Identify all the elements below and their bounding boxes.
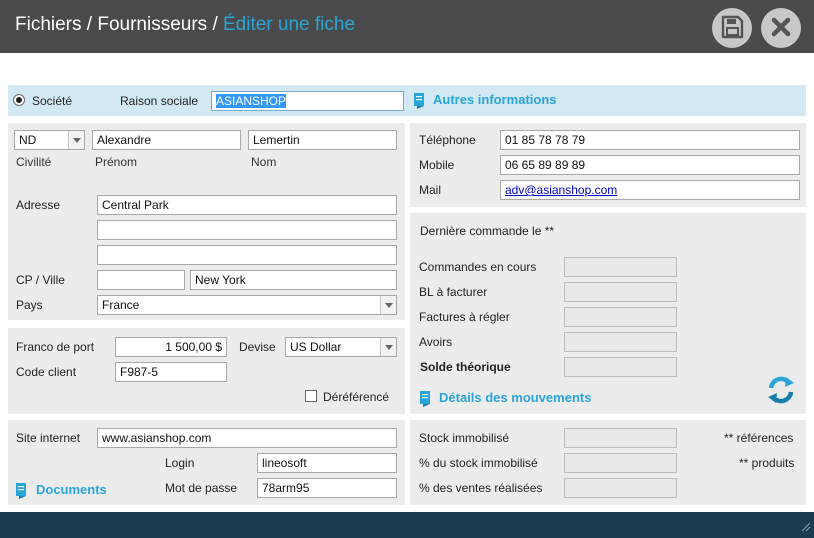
chevron-down-icon bbox=[68, 131, 84, 149]
code-postal-input[interactable] bbox=[97, 270, 185, 290]
pct-ventes-value bbox=[564, 478, 677, 498]
devise-select[interactable]: US Dollar bbox=[285, 337, 397, 357]
code-client-label: Code client bbox=[16, 365, 77, 379]
references-label: ** références bbox=[724, 431, 794, 445]
produits-label: ** produits bbox=[739, 456, 795, 470]
factures-a-regler-value bbox=[564, 307, 677, 327]
floppy-disk-icon bbox=[720, 15, 744, 42]
document-icon bbox=[413, 92, 427, 112]
chevron-down-icon bbox=[380, 296, 396, 314]
chevron-down-icon bbox=[380, 338, 396, 356]
close-x-icon bbox=[770, 16, 792, 41]
telephone-input[interactable]: 01 85 78 78 79 bbox=[500, 130, 800, 150]
dereference-label: Déréférencé bbox=[323, 390, 390, 404]
franco-de-port-input[interactable]: 1 500,00 $ bbox=[115, 337, 227, 357]
stock-immobilise-label: Stock immobilisé bbox=[419, 431, 510, 445]
pct-stock-immobilise-value bbox=[564, 453, 677, 473]
close-button[interactable] bbox=[761, 8, 801, 48]
save-button[interactable] bbox=[712, 8, 752, 48]
status-bar bbox=[0, 512, 814, 538]
documents-link[interactable]: Documents bbox=[36, 482, 107, 497]
mail-label: Mail bbox=[419, 183, 442, 197]
breadcrumb: Fichiers / Fournisseurs / Éditer une fic… bbox=[15, 14, 355, 36]
pays-select[interactable]: France bbox=[97, 295, 397, 315]
pct-ventes-label: % des ventes réalisées bbox=[419, 481, 543, 495]
site-internet-input[interactable]: www.asianshop.com bbox=[97, 428, 397, 448]
resize-grip-icon[interactable] bbox=[801, 521, 811, 535]
civilite-label: Civilité bbox=[16, 155, 52, 169]
adresse-line3-input[interactable] bbox=[97, 245, 397, 265]
site-internet-label: Site internet bbox=[16, 431, 81, 445]
derniere-commande-label: Dernière commande le ** bbox=[420, 224, 555, 238]
avoirs-label: Avoirs bbox=[419, 335, 453, 349]
dereference-checkbox[interactable] bbox=[305, 390, 317, 402]
raison-sociale-input[interactable]: ASIANSHOP bbox=[211, 91, 404, 111]
mobile-label: Mobile bbox=[419, 158, 455, 172]
stock-immobilise-value bbox=[564, 428, 677, 448]
details-mouvements-link[interactable]: Détails des mouvements bbox=[439, 390, 591, 405]
commandes-en-cours-label: Commandes en cours bbox=[419, 260, 537, 274]
nom-label: Nom bbox=[251, 155, 277, 169]
code-client-input[interactable]: F987-5 bbox=[115, 362, 227, 382]
civilite-select[interactable]: ND bbox=[14, 130, 85, 150]
telephone-label: Téléphone bbox=[419, 133, 476, 147]
mot-de-passe-input[interactable]: 78arm95 bbox=[257, 478, 397, 498]
pct-stock-immobilise-label: % du stock immobilisé bbox=[419, 456, 538, 470]
document-icon bbox=[419, 390, 433, 410]
pays-label: Pays bbox=[16, 298, 43, 312]
raison-sociale-label: Raison sociale bbox=[120, 94, 199, 108]
breadcrumb-current: Éditer une fiche bbox=[223, 14, 356, 35]
breadcrumb-path: Fichiers / Fournisseurs / bbox=[15, 14, 223, 35]
login-input[interactable]: lineosoft bbox=[257, 453, 397, 473]
prenom-label: Prénom bbox=[95, 155, 138, 169]
title-bar: Fichiers / Fournisseurs / Éditer une fic… bbox=[0, 0, 814, 53]
solde-theorique-value bbox=[564, 357, 677, 377]
mail-input[interactable]: adv@asianshop.com bbox=[500, 180, 800, 200]
devise-label: Devise bbox=[239, 340, 276, 354]
nom-input[interactable]: Lemertin bbox=[248, 130, 397, 150]
ville-input[interactable]: New York bbox=[190, 270, 397, 290]
societe-radio[interactable] bbox=[13, 94, 25, 106]
bl-a-facturer-value bbox=[564, 282, 677, 302]
login-label: Login bbox=[165, 456, 195, 470]
prenom-input[interactable]: Alexandre bbox=[92, 130, 241, 150]
mot-de-passe-label: Mot de passe bbox=[165, 481, 238, 495]
refresh-icon[interactable] bbox=[766, 374, 796, 409]
autres-informations-link[interactable]: Autres informations bbox=[433, 92, 557, 107]
bl-a-facturer-label: BL à facturer bbox=[419, 285, 488, 299]
avoirs-value bbox=[564, 332, 677, 352]
commandes-en-cours-value bbox=[564, 257, 677, 277]
societe-label: Société bbox=[32, 94, 73, 108]
factures-a-regler-label: Factures à régler bbox=[419, 310, 510, 324]
adresse-line1-input[interactable]: Central Park bbox=[97, 195, 397, 215]
cp-ville-label: CP / Ville bbox=[16, 273, 65, 287]
document-icon bbox=[15, 482, 29, 502]
adresse-label: Adresse bbox=[16, 198, 61, 212]
adresse-line2-input[interactable] bbox=[97, 220, 397, 240]
solde-theorique-label: Solde théorique bbox=[420, 360, 511, 374]
mobile-input[interactable]: 06 65 89 89 89 bbox=[500, 155, 800, 175]
franco-de-port-label: Franco de port bbox=[16, 340, 95, 354]
